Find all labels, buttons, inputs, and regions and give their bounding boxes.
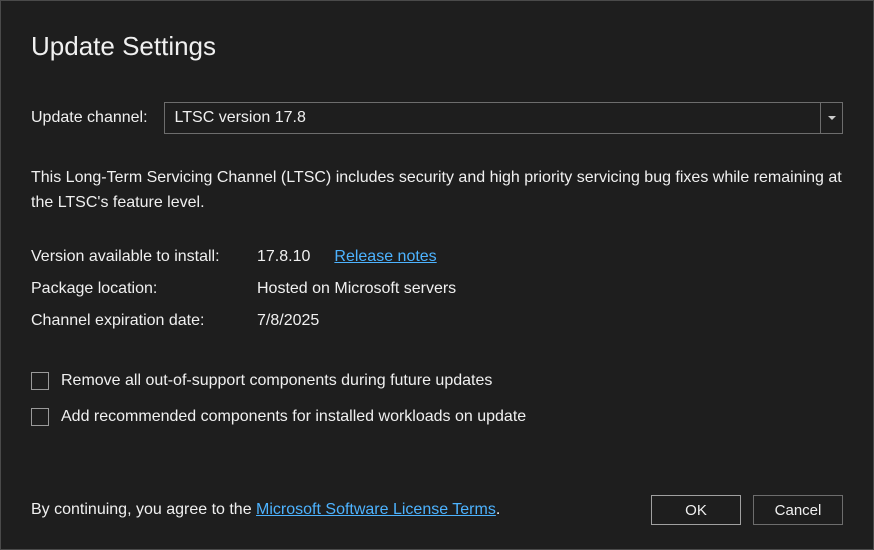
add-recommended-row: Add recommended components for installed…	[31, 408, 843, 426]
expiration-value: 7/8/2025	[257, 312, 319, 330]
info-section: Version available to install: 17.8.10 Re…	[31, 248, 843, 344]
license-suffix: .	[496, 501, 500, 518]
license-prefix: By continuing, you agree to the	[31, 501, 256, 518]
expiration-row: Channel expiration date: 7/8/2025	[31, 312, 843, 330]
version-label: Version available to install:	[31, 248, 257, 266]
footer-buttons: OK Cancel	[651, 495, 843, 525]
package-label: Package location:	[31, 280, 257, 298]
remove-unsupported-checkbox[interactable]	[31, 372, 49, 390]
ok-button[interactable]: OK	[651, 495, 741, 525]
package-value: Hosted on Microsoft servers	[257, 280, 456, 298]
license-agreement-text: By continuing, you agree to the Microsof…	[31, 501, 500, 519]
version-row: Version available to install: 17.8.10 Re…	[31, 248, 843, 266]
expiration-label: Channel expiration date:	[31, 312, 257, 330]
remove-unsupported-row: Remove all out-of-support components dur…	[31, 372, 843, 390]
add-recommended-checkbox[interactable]	[31, 408, 49, 426]
remove-unsupported-label[interactable]: Remove all out-of-support components dur…	[61, 372, 492, 390]
channel-description: This Long-Term Servicing Channel (LTSC) …	[31, 166, 843, 216]
channel-row: Update channel: LTSC version 17.8	[31, 102, 843, 134]
dialog-title: Update Settings	[31, 31, 843, 62]
version-value: 17.8.10	[257, 248, 310, 266]
package-row: Package location: Hosted on Microsoft se…	[31, 280, 843, 298]
update-settings-dialog: Update Settings Update channel: LTSC ver…	[0, 0, 874, 550]
license-terms-link[interactable]: Microsoft Software License Terms	[256, 501, 496, 518]
add-recommended-label[interactable]: Add recommended components for installed…	[61, 408, 526, 426]
cancel-button[interactable]: Cancel	[753, 495, 843, 525]
channel-select-value: LTSC version 17.8	[165, 103, 820, 133]
release-notes-link[interactable]: Release notes	[334, 248, 436, 266]
dialog-footer: By continuing, you agree to the Microsof…	[31, 477, 843, 525]
chevron-down-icon[interactable]	[820, 103, 842, 133]
channel-label: Update channel:	[31, 109, 148, 127]
channel-select[interactable]: LTSC version 17.8	[164, 102, 843, 134]
